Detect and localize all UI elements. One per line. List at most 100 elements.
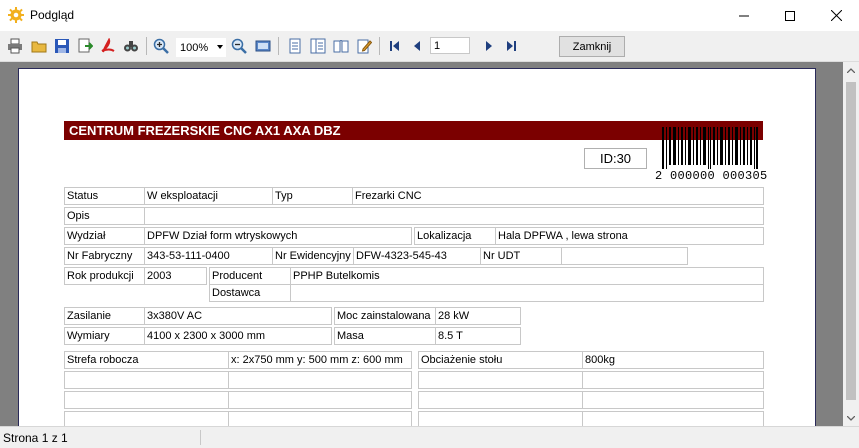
find-button[interactable] xyxy=(122,37,140,55)
zoom-out-icon xyxy=(231,38,247,54)
masa-value: 8.5 T xyxy=(435,327,521,345)
report-page: CENTRUM FREZERSKIE CNC AX1 AXA DBZ 2 000… xyxy=(18,68,816,426)
empty-cell xyxy=(418,371,583,389)
page-count-text: Strona 1 z 1 xyxy=(3,431,68,445)
typ-label: Typ xyxy=(272,187,353,205)
last-page-button[interactable] xyxy=(502,37,520,55)
typ-value: Frezarki CNC xyxy=(352,187,764,205)
moc-label: Moc zainstalowana xyxy=(334,307,436,325)
book-view-button[interactable] xyxy=(332,37,350,55)
wymiary-value: 4100 x 2300 x 3000 mm xyxy=(144,327,332,345)
zoom-in-icon xyxy=(153,38,169,54)
edit-button[interactable] xyxy=(355,37,373,55)
nr-ewidencyjny-value: DFW-4323-545-43 xyxy=(353,247,481,265)
zoom-value: 100% xyxy=(180,41,209,54)
prev-page-icon xyxy=(414,41,420,51)
rok-produkcji-label: Rok produkcji xyxy=(64,267,145,285)
wymiary-label: Wymiary xyxy=(64,327,145,345)
producent-value: PPHP Butelkomis xyxy=(290,267,764,285)
zoom-in-button[interactable] xyxy=(152,37,170,55)
obciazenie-label: Obciażenie stołu xyxy=(418,351,583,369)
strefa-value: x: 2x750 mm y: 500 mm z: 600 mm xyxy=(228,351,412,369)
close-icon xyxy=(830,10,842,21)
report-header-title: CENTRUM FREZERSKIE CNC AX1 AXA DBZ xyxy=(64,121,763,140)
nr-fabryczny-value: 343-53-111-0400 xyxy=(144,247,273,265)
maximize-button[interactable] xyxy=(767,0,813,31)
page-number-input[interactable]: 1 xyxy=(430,37,470,54)
zasilanie-label: Zasilanie xyxy=(64,307,145,325)
minimize-button[interactable] xyxy=(721,0,767,31)
chevron-down-icon xyxy=(217,45,223,49)
barcode-number: 2 000000 000305 xyxy=(655,169,768,183)
nr-udt-label: Nr UDT xyxy=(480,247,562,265)
multi-page-button[interactable] xyxy=(309,37,327,55)
lokalizacja-value: Hala DPFWA , lewa strona xyxy=(495,227,764,245)
edit-icon xyxy=(357,39,372,54)
window-title: Podgląd xyxy=(30,8,75,22)
fit-page-button[interactable] xyxy=(254,37,272,55)
toolbar-separator xyxy=(278,37,279,55)
scroll-down-button[interactable] xyxy=(843,410,859,426)
preview-area: CENTRUM FREZERSKIE CNC AX1 AXA DBZ 2 000… xyxy=(0,62,843,426)
export-button[interactable] xyxy=(76,37,94,55)
status-label: Status xyxy=(64,187,145,205)
id-box: ID:30 xyxy=(584,148,647,169)
toolbar-separator xyxy=(379,37,380,55)
zoom-select[interactable]: 100% xyxy=(176,38,226,57)
producent-label: Producent xyxy=(209,267,291,285)
close-window-button[interactable] xyxy=(813,0,859,31)
zoom-out-button[interactable] xyxy=(230,37,248,55)
print-button[interactable] xyxy=(6,37,24,55)
wydzial-label: Wydział xyxy=(64,227,145,245)
first-page-button[interactable] xyxy=(386,37,404,55)
lokalizacja-label: Lokalizacja xyxy=(414,227,496,245)
next-page-button[interactable] xyxy=(480,37,498,55)
print-icon xyxy=(8,38,22,54)
book-icon xyxy=(333,40,349,53)
empty-cell xyxy=(582,411,764,426)
single-page-icon xyxy=(289,38,301,54)
toolbar: 100% 1 Zamknij xyxy=(0,31,859,62)
empty-cell xyxy=(228,411,412,426)
empty-cell xyxy=(582,391,764,409)
scroll-up-button[interactable] xyxy=(843,62,859,78)
maximize-icon xyxy=(785,10,795,21)
vertical-scrollbar[interactable] xyxy=(843,62,859,426)
prev-page-button[interactable] xyxy=(408,37,426,55)
empty-cell xyxy=(582,371,764,389)
nr-ewidencyjny-label: Nr Ewidencyjny xyxy=(272,247,354,265)
last-page-icon xyxy=(507,41,516,51)
empty-cell xyxy=(64,371,229,389)
empty-cell xyxy=(228,391,412,409)
single-page-button[interactable] xyxy=(286,37,304,55)
open-icon xyxy=(31,41,47,53)
nr-udt-value xyxy=(561,247,688,265)
status-bar: Strona 1 z 1 xyxy=(0,426,859,448)
minimize-icon xyxy=(739,15,749,16)
strefa-label: Strefa robocza xyxy=(64,351,229,369)
nr-fabryczny-label: Nr Fabryczny xyxy=(64,247,145,265)
dostawca-label: Dostawca xyxy=(209,284,291,302)
moc-value: 28 kW xyxy=(435,307,521,325)
next-page-icon xyxy=(486,41,492,51)
scroll-thumb[interactable] xyxy=(846,82,856,400)
dostawca-value xyxy=(290,284,764,302)
masa-label: Masa xyxy=(334,327,436,345)
close-preview-button[interactable]: Zamknij xyxy=(559,36,625,57)
multi-page-icon xyxy=(310,38,326,54)
open-button[interactable] xyxy=(30,37,48,55)
save-icon xyxy=(55,39,69,53)
pdf-export-button[interactable] xyxy=(99,37,117,55)
opis-label: Opis xyxy=(64,207,145,225)
empty-cell xyxy=(418,411,583,426)
chevron-down-icon xyxy=(847,415,855,421)
empty-cell xyxy=(228,371,412,389)
empty-cell xyxy=(64,411,229,426)
toolbar-separator xyxy=(146,37,147,55)
rok-produkcji-value: 2003 xyxy=(144,267,207,285)
app-gear-icon xyxy=(8,7,24,23)
fit-page-icon xyxy=(255,40,271,52)
find-icon xyxy=(124,41,138,52)
save-button[interactable] xyxy=(53,37,71,55)
pdf-icon xyxy=(101,38,115,53)
